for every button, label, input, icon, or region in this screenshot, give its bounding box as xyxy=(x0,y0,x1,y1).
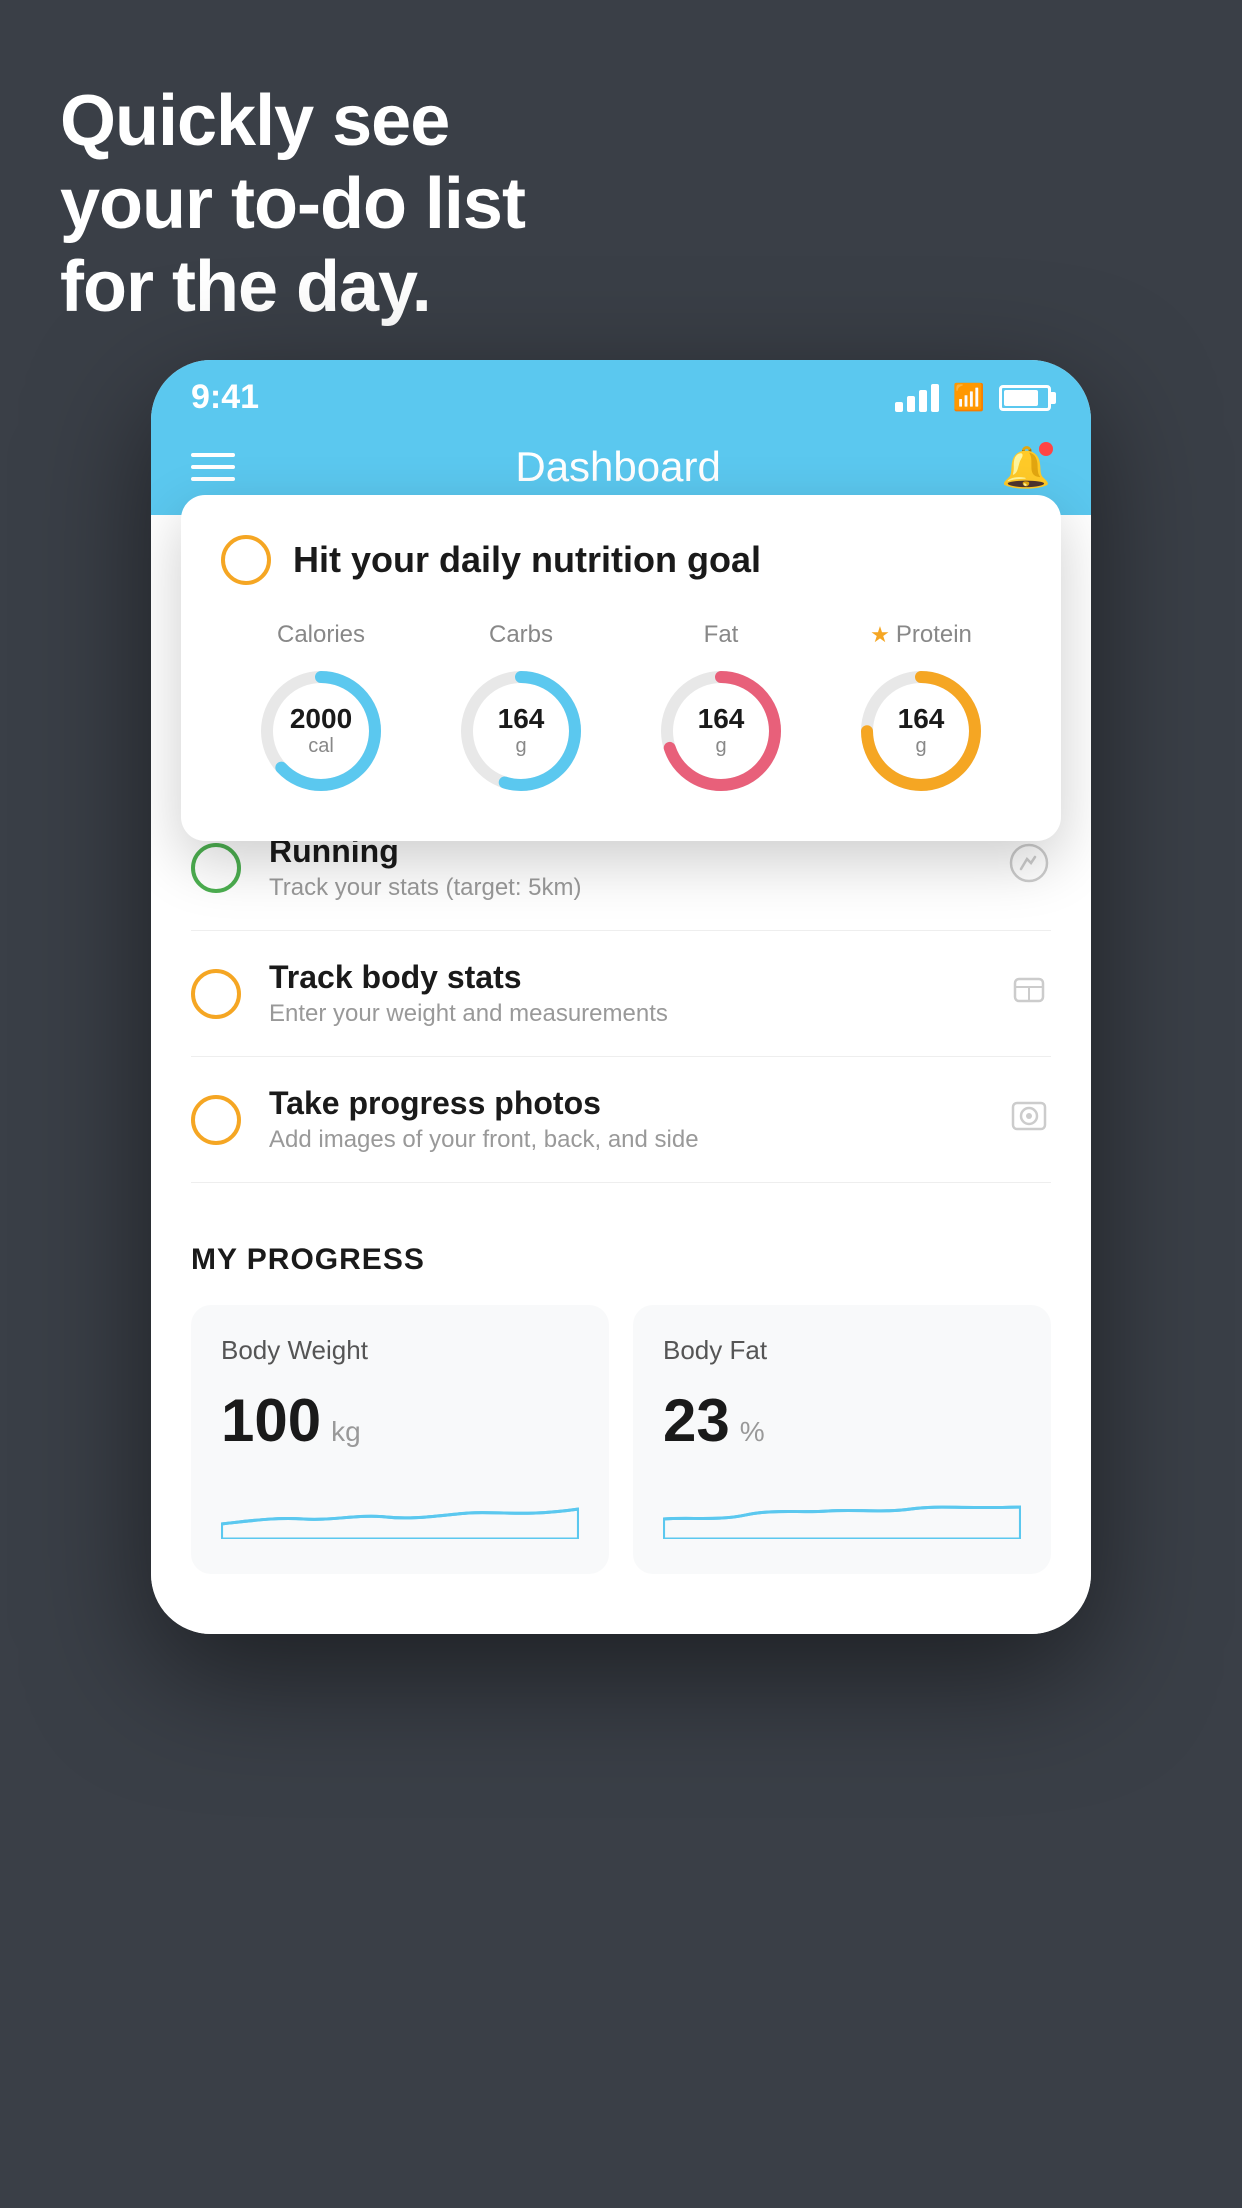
phone-mockup: 9:41 📶 Dashboard 🔔 TH xyxy=(151,360,1091,1634)
nutrition-card-title: Hit your daily nutrition goal xyxy=(293,539,761,581)
body-weight-value-row: 100 kg xyxy=(221,1386,579,1455)
bottom-spacer xyxy=(151,1574,1091,1634)
nutrition-checkbox[interactable] xyxy=(221,535,271,585)
fat-donut: 164 g xyxy=(651,661,791,801)
body-fat-card: Body Fat 23 % xyxy=(633,1305,1051,1574)
nutrition-fat: Fat 164 g xyxy=(651,621,791,801)
photos-checkbox[interactable] xyxy=(191,1095,241,1145)
fat-unit: g xyxy=(715,735,726,757)
nutrition-calories: Calories 2000 cal xyxy=(251,621,391,801)
todo-list: Running Track your stats (target: 5km) T… xyxy=(151,805,1091,1183)
card-title-row: Hit your daily nutrition goal xyxy=(221,535,1021,585)
carbs-unit: g xyxy=(515,735,526,757)
body-fat-title: Body Fat xyxy=(663,1335,1021,1366)
fat-value: 164 xyxy=(698,704,745,735)
progress-header: MY PROGRESS xyxy=(191,1243,1051,1277)
calories-donut: 2000 cal xyxy=(251,661,391,801)
body-weight-sparkline xyxy=(221,1479,579,1539)
body-fat-sparkline xyxy=(663,1479,1021,1539)
calories-label: Calories xyxy=(277,621,365,649)
hamburger-line xyxy=(191,465,235,469)
status-bar: 9:41 📶 xyxy=(151,360,1091,427)
running-subtitle: Track your stats (target: 5km) xyxy=(269,874,979,902)
nutrition-carbs: Carbs 164 g xyxy=(451,621,591,801)
carbs-donut: 164 g xyxy=(451,661,591,801)
status-icons: 📶 xyxy=(895,382,1051,413)
body-weight-card: Body Weight 100 kg xyxy=(191,1305,609,1574)
protein-value: 164 xyxy=(898,704,945,735)
body-fat-unit: % xyxy=(740,1416,765,1448)
notification-dot xyxy=(1039,442,1053,456)
status-time: 9:41 xyxy=(191,378,259,417)
protein-unit: g xyxy=(915,735,926,757)
body-fat-value-row: 23 % xyxy=(663,1386,1021,1455)
nutrition-circles: Calories 2000 cal Carbs xyxy=(221,621,1021,801)
photos-subtitle: Add images of your front, back, and side xyxy=(269,1126,979,1154)
photos-text: Take progress photos Add images of your … xyxy=(269,1085,979,1154)
main-content: THINGS TO DO TODAY Hit your daily nutrit… xyxy=(151,515,1091,1634)
scale-icon xyxy=(1007,967,1051,1020)
protein-label: ★ Protein xyxy=(870,621,972,649)
nutrition-card: Hit your daily nutrition goal Calories 2… xyxy=(181,495,1061,841)
nutrition-protein: ★ Protein 164 g xyxy=(851,621,991,801)
body-weight-unit: kg xyxy=(331,1416,361,1448)
hamburger-menu[interactable] xyxy=(191,453,235,481)
progress-cards: Body Weight 100 kg Body Fat 23 % xyxy=(191,1305,1051,1574)
wifi-icon: 📶 xyxy=(953,382,985,413)
bell-icon[interactable]: 🔔 xyxy=(1001,444,1051,491)
nav-title: Dashboard xyxy=(515,443,720,491)
calories-value: 2000 xyxy=(290,704,352,735)
bodystats-title: Track body stats xyxy=(269,959,979,996)
bodystats-subtitle: Enter your weight and measurements xyxy=(269,1000,979,1028)
photos-title: Take progress photos xyxy=(269,1085,979,1122)
battery-icon xyxy=(999,385,1051,411)
hamburger-line xyxy=(191,477,235,481)
progress-section: MY PROGRESS Body Weight 100 kg B xyxy=(151,1203,1091,1574)
carbs-value: 164 xyxy=(498,704,545,735)
body-weight-title: Body Weight xyxy=(221,1335,579,1366)
hero-text: Quickly see your to-do list for the day. xyxy=(60,80,525,328)
bodystats-checkbox[interactable] xyxy=(191,969,241,1019)
carbs-label: Carbs xyxy=(489,621,553,649)
running-text: Running Track your stats (target: 5km) xyxy=(269,833,979,902)
fat-label: Fat xyxy=(704,621,739,649)
bodystats-text: Track body stats Enter your weight and m… xyxy=(269,959,979,1028)
star-icon: ★ xyxy=(870,622,890,648)
body-fat-value: 23 xyxy=(663,1386,730,1455)
calories-unit: cal xyxy=(308,735,334,757)
signal-icon xyxy=(895,384,939,412)
photo-icon xyxy=(1007,1093,1051,1146)
body-weight-value: 100 xyxy=(221,1386,321,1455)
todo-item-photos[interactable]: Take progress photos Add images of your … xyxy=(191,1057,1051,1183)
hamburger-line xyxy=(191,453,235,457)
todo-item-bodystats[interactable]: Track body stats Enter your weight and m… xyxy=(191,931,1051,1057)
running-checkbox[interactable] xyxy=(191,843,241,893)
running-icon xyxy=(1007,841,1051,894)
protein-donut: 164 g xyxy=(851,661,991,801)
